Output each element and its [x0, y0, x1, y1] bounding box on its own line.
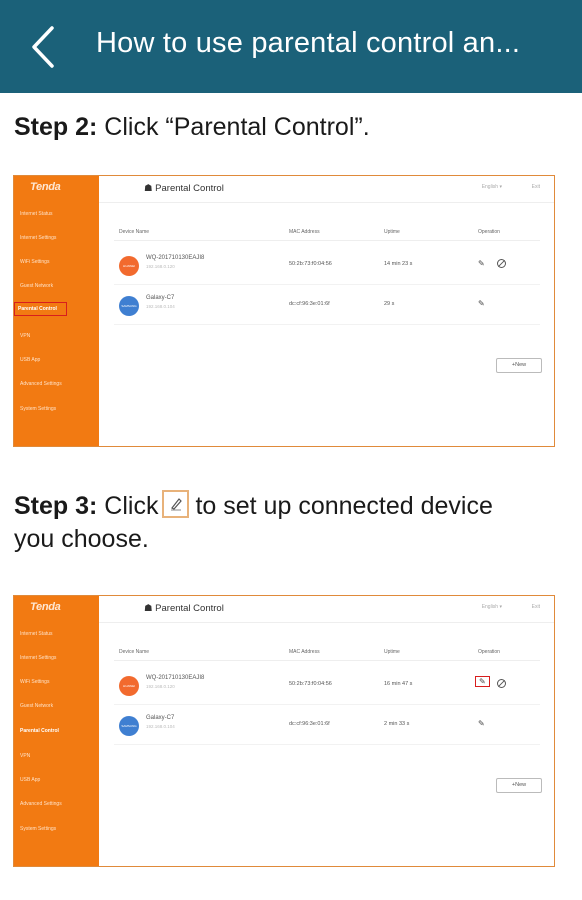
back-button[interactable]: [26, 22, 66, 72]
step3-instruction-line2: you choose.: [14, 525, 149, 553]
operation-cell: ✎: [475, 676, 528, 692]
new-button[interactable]: +New: [496, 358, 542, 373]
col-uptime: Uptime: [384, 229, 400, 235]
app-bar: How to use parental control an...: [0, 0, 582, 93]
menu-item-advanced-settings[interactable]: Advanced Settings: [18, 379, 64, 389]
device-mac: 50:2b:73:f0:04:56: [289, 681, 332, 687]
col-mac-address: MAC Address: [289, 649, 320, 655]
step2-instruction: Click “Parental Control”.: [97, 113, 370, 141]
col-device-name: Device Name: [119, 649, 150, 655]
device-uptime: 29 s: [384, 301, 395, 307]
device-mac: dc:cf:96:3e:01:6f: [289, 721, 330, 727]
menu-item-usb-app[interactable]: USB App: [18, 775, 42, 785]
menu-item-wifi-settings[interactable]: WiFi Settings: [18, 257, 51, 267]
table-header: Device Name MAC Address Uptime Operation: [114, 646, 540, 661]
exit-link[interactable]: Exit: [532, 604, 540, 610]
menu-item-internet-settings[interactable]: Internet Settings: [18, 653, 58, 663]
router-sidebar: Tenda Internet Status Internet Settings …: [14, 596, 99, 866]
menu-item-usb-app[interactable]: USB App: [18, 355, 42, 365]
parental-icon: ☗: [144, 603, 156, 614]
menu-item-guest-network[interactable]: Guest Network: [18, 701, 55, 711]
edit-icon[interactable]: ✎: [478, 259, 485, 268]
menu-item-vpn[interactable]: VPN: [18, 331, 32, 341]
edit-icon[interactable]: ✎: [475, 676, 490, 687]
step3-instruction-end: to set up connected device: [195, 492, 493, 520]
step3-label: Step 3:: [14, 492, 98, 520]
device-ip: 192.168.0.120: [146, 684, 175, 689]
new-button[interactable]: +New: [496, 778, 542, 793]
menu-item-parental-control[interactable]: Parental Control: [14, 302, 67, 316]
device-name: Galaxy-C7: [146, 295, 175, 301]
device-uptime: 16 min 47 s: [384, 681, 413, 687]
menu-item-advanced-settings[interactable]: Advanced Settings: [18, 799, 64, 809]
device-name: WQ-201710130EAJI8: [146, 255, 205, 261]
edit-icon[interactable]: ✎: [478, 719, 485, 728]
device-ip: 192.168.0.104: [146, 724, 175, 729]
device-uptime: 2 min 33 s: [384, 721, 410, 727]
edit-icon[interactable]: ✎: [478, 299, 485, 308]
edit-icon: [162, 490, 190, 518]
brand-logo: Tenda: [30, 601, 61, 613]
operation-cell: ✎: [478, 296, 528, 312]
brand-logo: Tenda: [30, 181, 61, 193]
col-operation: Operation: [478, 229, 500, 235]
panel-title: ☗ Parental Control: [144, 183, 224, 194]
col-operation: Operation: [478, 649, 500, 655]
menu-item-system-settings[interactable]: System Settings: [18, 404, 58, 414]
table-row: HUAWEI WQ-201710130EAJI8 192.168.0.120 5…: [114, 246, 540, 285]
device-ip: 192.168.0.104: [146, 304, 175, 309]
table-header: Device Name MAC Address Uptime Operation: [114, 226, 540, 241]
page-title: How to use parental control an...: [96, 27, 521, 59]
parental-icon: ☗: [144, 183, 156, 194]
device-ip: 192.168.0.120: [146, 264, 175, 269]
language-select[interactable]: English ▾: [482, 184, 502, 190]
language-select[interactable]: English ▾: [482, 604, 502, 610]
step2-text: Step 2: Click “Parental Control”.: [14, 111, 370, 144]
exit-link[interactable]: Exit: [532, 184, 540, 190]
device-name: WQ-201710130EAJI8: [146, 675, 205, 681]
device-name: Galaxy-C7: [146, 715, 175, 721]
operation-cell: ✎: [478, 256, 528, 272]
menu-item-internet-settings[interactable]: Internet Settings: [18, 233, 58, 243]
avatar: SAMSUNG: [119, 716, 139, 736]
header-divider: [99, 202, 554, 203]
step3-text: Step 3: Click to set up connected device y…: [14, 490, 493, 556]
table-row: SAMSUNG Galaxy-C7 192.168.0.104 dc:cf:96…: [114, 706, 540, 745]
header-divider: [99, 622, 554, 623]
block-icon[interactable]: [497, 259, 506, 268]
table-row: HUAWEI WQ-201710130EAJI8 192.168.0.120 5…: [114, 666, 540, 705]
device-mac: dc:cf:96:3e:01:6f: [289, 301, 330, 307]
menu-item-internet-status[interactable]: Internet Status: [18, 629, 55, 639]
device-mac: 50:2b:73:f0:04:56: [289, 261, 332, 267]
menu-item-parental-control[interactable]: Parental Control: [18, 726, 61, 736]
menu-item-wifi-settings[interactable]: WiFi Settings: [18, 677, 51, 687]
menu-item-vpn[interactable]: VPN: [18, 751, 32, 761]
col-uptime: Uptime: [384, 649, 400, 655]
operation-cell: ✎: [478, 716, 528, 732]
menu-item-system-settings[interactable]: System Settings: [18, 824, 58, 834]
col-mac-address: MAC Address: [289, 229, 320, 235]
step3-instruction-start: Click: [97, 492, 159, 520]
panel-title: ☗ Parental Control: [144, 603, 224, 614]
avatar: SAMSUNG: [119, 296, 139, 316]
panel-title-label: Parental Control: [155, 183, 224, 194]
panel-title-label: Parental Control: [155, 603, 224, 614]
avatar: HUAWEI: [119, 676, 139, 696]
chevron-left-icon: [32, 26, 54, 68]
step2-label: Step 2:: [14, 113, 98, 141]
router-screenshot-2: Tenda Internet Status Internet Settings …: [13, 595, 555, 867]
device-uptime: 14 min 23 s: [384, 261, 413, 267]
table-row: SAMSUNG Galaxy-C7 192.168.0.104 dc:cf:96…: [114, 286, 540, 325]
router-sidebar: Tenda Internet Status Internet Settings …: [14, 176, 99, 446]
menu-item-internet-status[interactable]: Internet Status: [18, 209, 55, 219]
block-icon[interactable]: [497, 679, 506, 688]
router-screenshot-1: Tenda Internet Status Internet Settings …: [13, 175, 555, 447]
avatar: HUAWEI: [119, 256, 139, 276]
col-device-name: Device Name: [119, 229, 150, 235]
menu-item-guest-network[interactable]: Guest Network: [18, 281, 55, 291]
